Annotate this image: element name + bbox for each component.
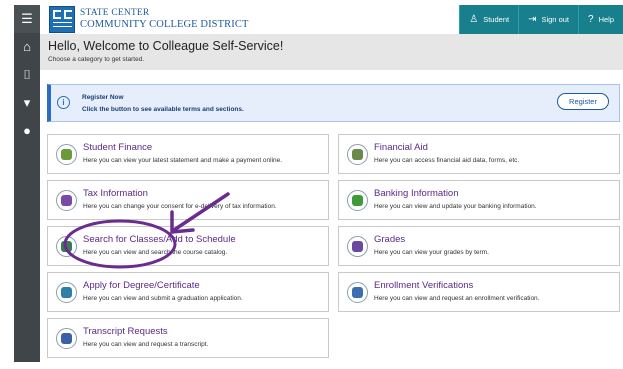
page-title: Hello, Welcome to Colleague Self-Service…	[48, 39, 284, 53]
card-title: Transcript Requests	[83, 326, 168, 337]
tax-form-icon	[56, 190, 77, 211]
card-description: Here you can view and submit a graduatio…	[83, 295, 243, 302]
sign-out-label: Sign out	[541, 15, 569, 24]
graduation-cap-icon[interactable]: ▾	[14, 89, 40, 117]
card-description: Here you can view and request a transcri…	[83, 341, 209, 348]
degree-icon	[56, 282, 77, 303]
card-description: Here you can view and update your bankin…	[374, 203, 537, 210]
card-title: Banking Information	[374, 188, 459, 199]
welcome-header: Hello, Welcome to Colleague Self-Service…	[40, 34, 623, 70]
register-title: Register Now	[82, 94, 124, 101]
card-apply-for-degree[interactable]: Apply for Degree/Certificate Here you ca…	[47, 272, 329, 312]
home-icon[interactable]: ⌂	[14, 33, 40, 61]
card-banking-information[interactable]: Banking Information Here you can view an…	[338, 180, 620, 220]
grades-icon	[347, 236, 368, 257]
page-subtitle: Choose a category to get started.	[48, 56, 145, 63]
card-transcript-requests[interactable]: Transcript Requests Here you can view an…	[47, 318, 329, 358]
info-icon: i	[57, 96, 70, 109]
card-search-for-classes[interactable]: Search for Classes/Add to Schedule Here …	[47, 226, 329, 266]
transcript-icon	[56, 328, 77, 349]
card-description: Here you can view your grades by term.	[374, 249, 489, 256]
card-tax-information[interactable]: Tax Information Here you can change your…	[47, 180, 329, 220]
card-description: Here you can view and search the course …	[83, 249, 228, 256]
top-nav: ♙ Student ⇥ Sign out ? Help	[459, 5, 623, 34]
register-subtitle: Click the button to see available terms …	[82, 106, 244, 113]
help-icon: ?	[588, 14, 594, 25]
card-enrollment-verifications[interactable]: Enrollment Verifications Here you can vi…	[338, 272, 620, 312]
bank-transfer-icon	[347, 190, 368, 211]
college-name-line2: COMMUNITY COLLEGE DISTRICT	[80, 19, 249, 30]
card-financial-aid[interactable]: Financial Aid Here you can access financ…	[338, 134, 620, 174]
card-student-finance[interactable]: Student Finance Here you can view your l…	[47, 134, 329, 174]
college-name-line1: STATE CENTER	[80, 8, 150, 18]
student-button[interactable]: ♙ Student	[459, 5, 518, 34]
card-title: Tax Information	[83, 188, 148, 199]
verification-icon	[347, 282, 368, 303]
register-button[interactable]: Register	[557, 93, 609, 110]
help-label: Help	[598, 15, 614, 24]
card-grades[interactable]: Grades Here you can view your grades by …	[338, 226, 620, 266]
card-title: Apply for Degree/Certificate	[83, 280, 200, 291]
card-title: Search for Classes/Add to Schedule	[83, 234, 236, 245]
card-title: Grades	[374, 234, 406, 245]
card-description: Here you can view your latest statement …	[83, 157, 283, 164]
card-title: Student Finance	[83, 142, 153, 153]
card-description: Here you can access financial aid data, …	[374, 157, 520, 164]
menu-icon[interactable]: ☰	[14, 5, 40, 33]
card-description: Here you can view and request an enrollm…	[374, 295, 540, 302]
sign-out-icon: ⇥	[528, 14, 537, 25]
card-title: Enrollment Verifications	[374, 280, 474, 291]
card-description: Here you can change your consent for e-d…	[83, 203, 277, 210]
bank-icon[interactable]: ⌷	[14, 61, 40, 89]
money-icon	[56, 144, 77, 165]
person-icon[interactable]: ●	[14, 117, 40, 145]
user-icon: ♙	[469, 14, 479, 25]
card-title: Financial Aid	[374, 142, 428, 153]
college-logo[interactable]	[49, 6, 75, 33]
student-label: Student	[483, 15, 510, 24]
course-catalog-icon	[56, 236, 77, 257]
help-button[interactable]: ? Help	[578, 5, 623, 34]
sign-out-button[interactable]: ⇥ Sign out	[518, 5, 578, 34]
college-name: STATE CENTER COMMUNITY COLLEGE DISTRICT	[80, 8, 248, 30]
register-now-banner: i Register Now Click the button to see a…	[47, 84, 620, 122]
financial-aid-icon	[347, 144, 368, 165]
top-bar: STATE CENTER COMMUNITY COLLEGE DISTRICT …	[40, 5, 623, 34]
left-nav-rail: ☰ ⌂ ⌷ ▾ ●	[14, 5, 40, 362]
